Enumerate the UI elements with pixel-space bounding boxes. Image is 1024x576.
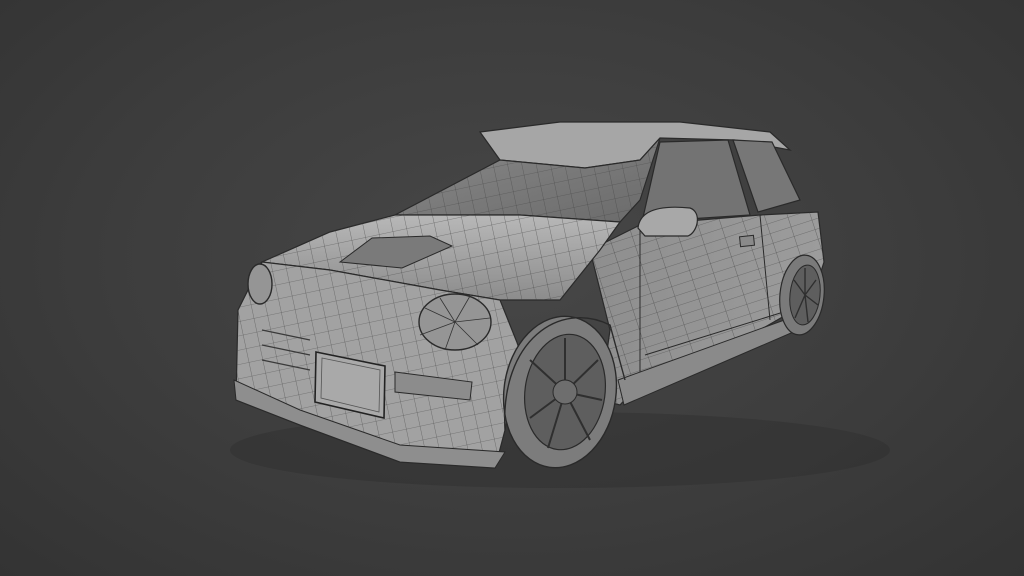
- headlight-left: [247, 263, 273, 305]
- door-handle: [738, 234, 756, 248]
- viewport-3d[interactable]: [0, 0, 1024, 576]
- car-wireframe-render: [230, 121, 890, 488]
